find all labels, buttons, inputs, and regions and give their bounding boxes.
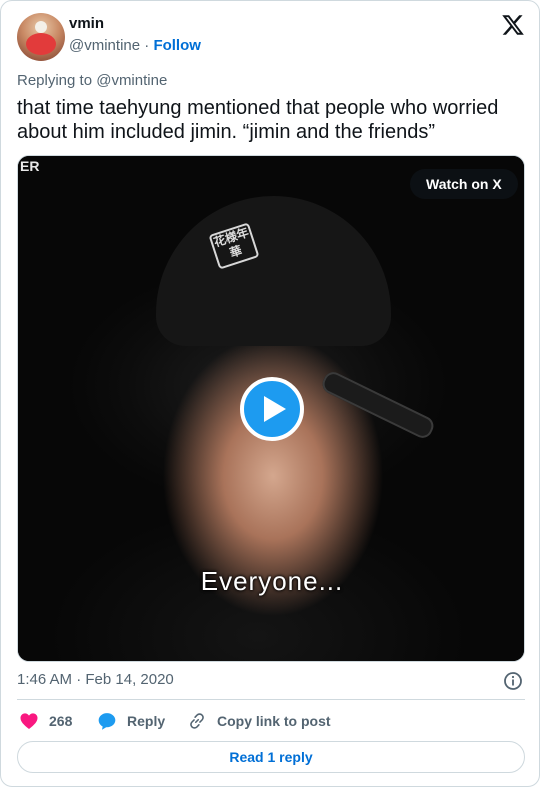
reply-button[interactable]: Reply: [97, 711, 165, 731]
tweet-text: that time taehyung mentioned that people…: [17, 97, 499, 143]
like-button[interactable]: 268: [19, 711, 72, 731]
info-icon[interactable]: [503, 671, 523, 691]
tweet-card: vmin @vmintine · Follow Replying to @vmi…: [0, 0, 540, 787]
author-name[interactable]: vmin: [69, 15, 104, 32]
play-icon: [264, 396, 286, 422]
avatar[interactable]: [17, 13, 65, 61]
handle-separator: ·: [144, 37, 150, 54]
video-player[interactable]: 花様年華 ER Everyone... Watch on X: [17, 155, 525, 662]
watch-on-x-button[interactable]: Watch on X: [410, 169, 518, 199]
tweet-timestamp[interactable]: 1:46 AM · Feb 14, 2020: [17, 671, 174, 688]
video-corner-text: ER: [20, 158, 40, 174]
link-icon: [190, 713, 204, 729]
author-handle-row: @vmintine · Follow: [69, 37, 201, 54]
like-count: 268: [49, 713, 73, 729]
follow-button[interactable]: Follow: [153, 37, 201, 54]
author-handle[interactable]: @vmintine: [69, 37, 140, 54]
reply-bubble-icon: [98, 713, 116, 730]
play-button[interactable]: [240, 377, 304, 441]
replying-to[interactable]: Replying to @vmintine: [17, 72, 167, 89]
reply-label: Reply: [127, 713, 166, 729]
video-subtitle: Everyone...: [200, 566, 344, 596]
avatar-detail: [35, 21, 47, 33]
read-replies-button[interactable]: Read 1 reply: [17, 741, 525, 773]
divider: [17, 699, 525, 700]
copy-link-button[interactable]: Copy link to post: [187, 711, 331, 731]
heart-icon: [20, 713, 38, 729]
x-logo-icon[interactable]: [501, 13, 525, 37]
avatar-detail-red: [26, 33, 56, 55]
copy-link-label: Copy link to post: [217, 713, 331, 729]
